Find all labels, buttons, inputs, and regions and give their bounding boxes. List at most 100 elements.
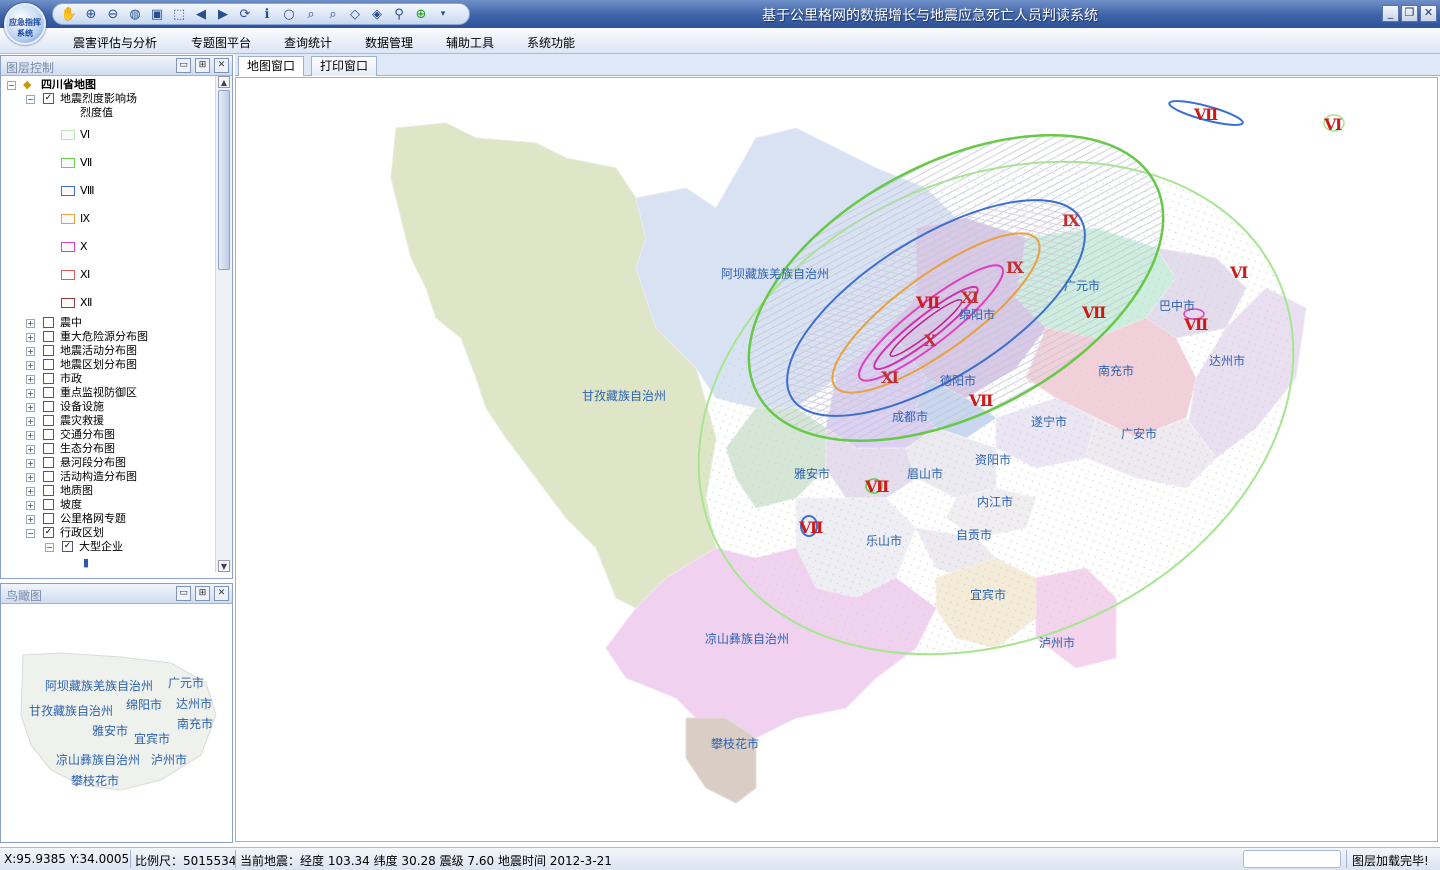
- measure-icon[interactable]: ⚲: [389, 5, 409, 23]
- expand-icon[interactable]: +: [26, 431, 35, 440]
- layer-panel-header: 图层控制 ▭ ⊞ ✕: [1, 56, 232, 76]
- globe-icon[interactable]: ◍: [125, 5, 145, 23]
- legend-swatch: [61, 242, 75, 252]
- expand-icon[interactable]: +: [26, 361, 35, 370]
- legend-item-8: Ⅷ: [61, 184, 121, 198]
- layer-checkbox[interactable]: [43, 359, 54, 370]
- menu-system[interactable]: 系统功能: [527, 34, 575, 51]
- panel-close-button[interactable]: ✕: [214, 586, 229, 601]
- expand-icon[interactable]: +: [26, 459, 35, 468]
- pan-hand-icon[interactable]: ✋: [59, 5, 79, 23]
- clear-icon[interactable]: ◈: [367, 5, 387, 23]
- menu-aux-tools[interactable]: 辅助工具: [446, 34, 494, 51]
- collapse-icon[interactable]: −: [26, 529, 35, 538]
- layer-checkbox[interactable]: [43, 485, 54, 496]
- expand-icon[interactable]: +: [26, 487, 35, 496]
- menu-data-management[interactable]: 数据管理: [365, 34, 413, 51]
- expand-icon[interactable]: +: [26, 417, 35, 426]
- layer-scrollbar[interactable]: ▲ ▼: [215, 76, 232, 572]
- refresh-icon[interactable]: ⟳: [235, 5, 255, 23]
- expand-icon[interactable]: +: [26, 319, 35, 328]
- overview-panel-title: 鸟瞰图: [6, 589, 43, 603]
- expand-icon[interactable]: +: [26, 515, 35, 524]
- overview-label: 雅安市: [92, 723, 128, 738]
- intensity-checkbox[interactable]: ✓: [43, 93, 54, 104]
- expand-icon[interactable]: +: [26, 333, 35, 342]
- sublayer-checkbox[interactable]: ✓: [62, 541, 73, 552]
- region-label: 甘孜藏族自治州: [582, 389, 666, 403]
- magnify-icon[interactable]: ⌕: [323, 5, 343, 23]
- zoom-in-icon[interactable]: ⊕: [81, 5, 101, 23]
- layer-checkbox[interactable]: [43, 499, 54, 510]
- panel-minimize-button[interactable]: ▭: [176, 586, 191, 601]
- back-icon[interactable]: ◀: [191, 5, 211, 23]
- layer-checkbox[interactable]: [43, 443, 54, 454]
- overview-map[interactable]: 阿坝藏族羌族自治州 广元市 甘孜藏族自治州 绵阳市 达州市 雅安市 南充市 宜宾…: [1, 605, 232, 843]
- circle-select-icon[interactable]: ○: [279, 5, 299, 23]
- expand-icon[interactable]: +: [26, 347, 35, 356]
- scroll-thumb[interactable]: [218, 90, 230, 270]
- layer-checkbox[interactable]: ✓: [43, 527, 54, 538]
- layer-checkbox[interactable]: [43, 317, 54, 328]
- close-button[interactable]: ✕: [1420, 5, 1437, 22]
- layer-label: 重大危险源分布图: [60, 330, 148, 343]
- layer-checkbox[interactable]: [43, 331, 54, 342]
- dropdown-icon[interactable]: ▾: [433, 5, 453, 23]
- expand-icon[interactable]: +: [26, 445, 35, 454]
- rect-zoom-icon[interactable]: ⌕: [301, 5, 321, 23]
- menu-bar: 震害评估与分析 专题图平台 查询统计 数据管理 辅助工具 系统功能: [0, 28, 1440, 54]
- layer-checkbox[interactable]: [43, 373, 54, 384]
- layer-checkbox[interactable]: [43, 345, 54, 356]
- map-canvas[interactable]: 阿坝藏族羌族自治州 甘孜藏族自治州 广元市 巴中市 绵阳市 达州市 德阳市 南充…: [236, 78, 1438, 842]
- tab-map-window[interactable]: 地图窗口: [238, 56, 305, 76]
- layer-checkbox[interactable]: [43, 471, 54, 482]
- collapse-icon[interactable]: −: [45, 543, 54, 552]
- map-view[interactable]: 阿坝藏族羌族自治州 甘孜藏族自治州 广元市 巴中市 绵阳市 达州市 德阳市 南充…: [235, 77, 1438, 842]
- region-label: 达州市: [1209, 353, 1245, 368]
- layer-checkbox[interactable]: [43, 387, 54, 398]
- window-tabs: 地图窗口 打印窗口: [235, 54, 1440, 76]
- expand-icon[interactable]: +: [26, 403, 35, 412]
- tab-print-window[interactable]: 打印窗口: [311, 56, 378, 76]
- collapse-icon[interactable]: −: [26, 95, 35, 104]
- region-label: 泸州市: [1039, 635, 1075, 650]
- layer-checkbox[interactable]: [43, 457, 54, 468]
- panel-close-button[interactable]: ✕: [214, 58, 229, 73]
- info-icon[interactable]: ℹ: [257, 5, 277, 23]
- scroll-down-icon[interactable]: ▼: [218, 560, 230, 572]
- legend-item-9: Ⅸ: [61, 212, 121, 226]
- layer-label: 公里格网专题: [60, 512, 126, 525]
- layer-checkbox[interactable]: [43, 401, 54, 412]
- panel-pin-button[interactable]: ⊞: [195, 58, 210, 73]
- add-icon[interactable]: ⊕: [411, 5, 431, 23]
- panel-pin-button[interactable]: ⊞: [195, 586, 210, 601]
- expand-icon[interactable]: +: [26, 473, 35, 482]
- layer-checkbox[interactable]: [43, 429, 54, 440]
- layer-label: 设备设施: [60, 400, 104, 413]
- menu-damage-assessment[interactable]: 震害评估与分析: [73, 34, 157, 51]
- forward-icon[interactable]: ▶: [213, 5, 233, 23]
- layer-checkbox[interactable]: [43, 513, 54, 524]
- overview-panel-header: 鸟瞰图 ▭ ⊞ ✕: [1, 584, 232, 604]
- panel-minimize-button[interactable]: ▭: [176, 58, 191, 73]
- menu-thematic-map[interactable]: 专题图平台: [191, 34, 251, 51]
- layer-label: 地震区划分布图: [60, 358, 137, 371]
- collapse-icon[interactable]: −: [7, 81, 16, 90]
- expand-icon[interactable]: +: [26, 389, 35, 398]
- scroll-up-icon[interactable]: ▲: [218, 76, 230, 88]
- menu-query-stats[interactable]: 查询统计: [284, 34, 332, 51]
- intensity-label: Ⅸ: [1062, 211, 1080, 230]
- layer-label: 活动构造分布图: [60, 470, 137, 483]
- full-extent-icon[interactable]: ▣: [147, 5, 167, 23]
- overview-label: 宜宾市: [134, 731, 170, 746]
- zoom-out-icon[interactable]: ⊖: [103, 5, 123, 23]
- select-box-icon[interactable]: ⬚: [169, 5, 189, 23]
- region-label: 阿坝藏族羌族自治州: [721, 267, 829, 281]
- minimize-button[interactable]: _: [1382, 5, 1399, 22]
- expand-icon[interactable]: +: [26, 501, 35, 510]
- restore-button[interactable]: ❐: [1401, 5, 1418, 22]
- expand-icon[interactable]: +: [26, 375, 35, 384]
- status-bar: X:95.9385 Y:34.0005 比例尺：5015534 当前地震：经度 …: [0, 847, 1440, 870]
- layer-checkbox[interactable]: [43, 415, 54, 426]
- eraser-icon[interactable]: ◇: [345, 5, 365, 23]
